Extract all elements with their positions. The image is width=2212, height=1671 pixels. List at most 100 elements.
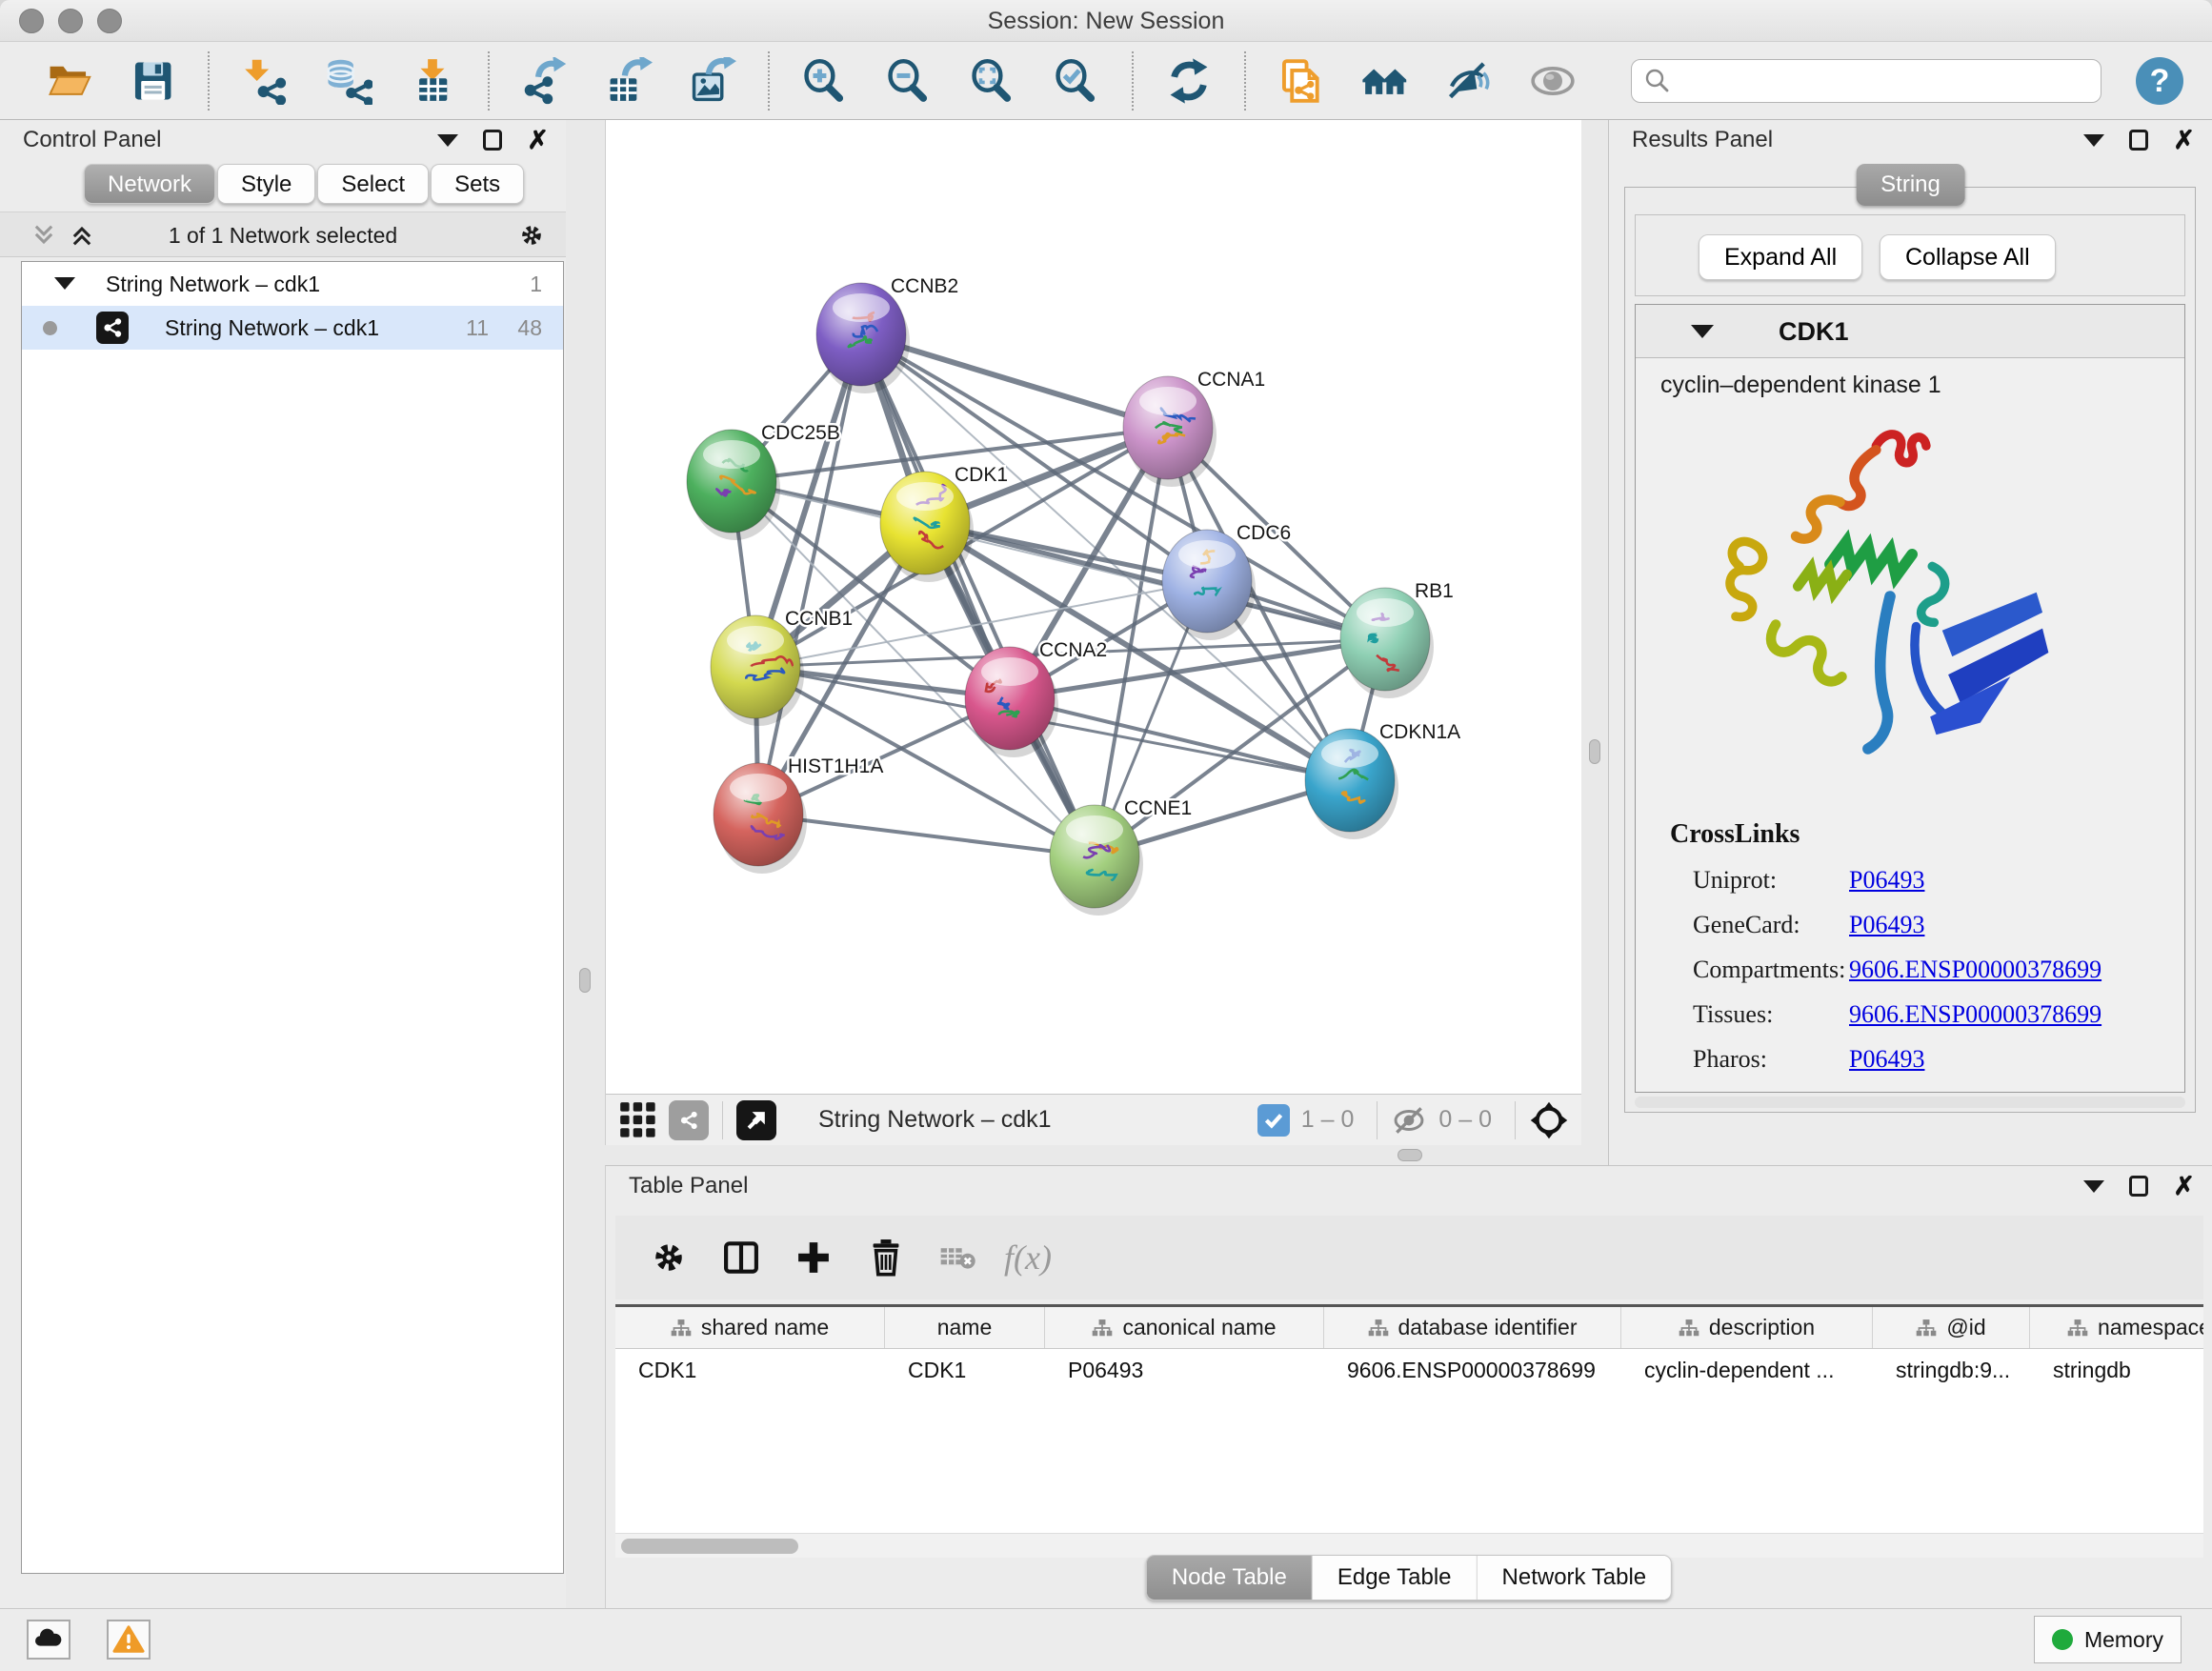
column-header-name[interactable]: name (885, 1307, 1045, 1348)
close-panel-icon[interactable]: ✗ (2173, 1176, 2195, 1197)
crosslink-link[interactable]: P06493 (1849, 866, 1924, 895)
delete-table-icon[interactable] (932, 1231, 985, 1284)
memory-button[interactable]: Memory (2034, 1616, 2182, 1663)
network-node-CCNB2[interactable] (816, 283, 910, 393)
selected-count-checkbox-icon[interactable] (1257, 1104, 1290, 1137)
tab-select[interactable]: Select (317, 164, 429, 204)
fit-selected-crosshair-icon[interactable] (1529, 1100, 1569, 1140)
table-cell[interactable]: CDK1 (615, 1349, 885, 1391)
tab-sets[interactable]: Sets (431, 164, 524, 204)
network-node-CDC6[interactable] (1162, 530, 1256, 640)
add-column-plus-icon[interactable] (787, 1231, 840, 1284)
network-edge[interactable] (758, 815, 1095, 856)
column-header-namespace[interactable]: namespace (2030, 1307, 2203, 1348)
zoom-fit-button[interactable] (965, 53, 1020, 109)
network-node-CDK1[interactable] (880, 472, 974, 582)
column-header-database-identifier[interactable]: database identifier (1324, 1307, 1621, 1348)
tab-network[interactable]: Network (84, 164, 215, 204)
table-cell[interactable]: CDK1 (885, 1349, 1045, 1391)
open-session-button[interactable] (41, 53, 96, 109)
import-table-button[interactable] (405, 53, 460, 109)
crosslink-link[interactable]: P06493 (1849, 911, 1924, 939)
column-header-canonical-name[interactable]: canonical name (1045, 1307, 1324, 1348)
export-table-button[interactable] (601, 53, 656, 109)
collapse-all-button[interactable]: Collapse All (1880, 234, 2056, 280)
function-builder-icon[interactable]: f(x) (1004, 1231, 1052, 1284)
show-hidden-button[interactable] (1525, 53, 1580, 109)
float-panel-icon[interactable] (2129, 130, 2148, 151)
network-node-CCNA2[interactable] (965, 647, 1058, 757)
entry-collapse-icon[interactable] (1691, 325, 1714, 338)
table-cell[interactable]: stringdb:9... (1873, 1349, 2030, 1391)
network-node-CCNA1[interactable] (1123, 376, 1217, 487)
tab-node-table[interactable]: Node Table (1147, 1556, 1313, 1600)
table-cell[interactable]: stringdb (2030, 1349, 2203, 1391)
scrollbar-thumb[interactable] (621, 1539, 798, 1554)
panel-menu-icon[interactable] (437, 134, 458, 147)
crosslink-row: Compartments:9606.ENSP00000378699 (1670, 956, 2101, 984)
zoom-out-button[interactable] (881, 53, 936, 109)
hide-selected-button[interactable] (1441, 53, 1497, 109)
tab-edge-table[interactable]: Edge Table (1313, 1556, 1478, 1600)
table-row[interactable]: CDK1CDK1P064939606.ENSP00000378699cyclin… (615, 1349, 2203, 1391)
table-settings-gear-icon[interactable] (642, 1231, 695, 1284)
import-network-button[interactable] (237, 53, 292, 109)
help-button[interactable]: ? (2136, 57, 2183, 105)
network-collection-row[interactable]: String Network – cdk1 1 (22, 262, 563, 306)
column-header-shared-name[interactable]: shared name (615, 1307, 885, 1348)
warnings-button[interactable] (107, 1620, 151, 1660)
gene-entry-header[interactable]: CDK1 (1636, 305, 2184, 358)
share-network-icon[interactable] (669, 1100, 709, 1140)
network-node-CDC25B[interactable] (687, 430, 780, 540)
results-splitter[interactable] (1581, 120, 1608, 1165)
open-in-new-window-icon[interactable] (736, 1100, 776, 1140)
network-edge[interactable] (758, 334, 861, 815)
expand-all-button[interactable]: Expand All (1699, 234, 1862, 280)
crosslink-link[interactable]: 9606.ENSP00000378699 (1849, 956, 2101, 984)
results-scrollbar[interactable] (1635, 1097, 2185, 1108)
network-node-CDKN1A[interactable] (1305, 729, 1398, 839)
crosslink-link[interactable]: P06493 (1849, 1045, 1924, 1074)
tab-style[interactable]: Style (217, 164, 315, 204)
network-node-CCNB1[interactable] (711, 615, 804, 726)
cloud-status-button[interactable] (27, 1620, 70, 1660)
network-row[interactable]: String Network – cdk1 11 48 (22, 306, 563, 350)
export-network-button[interactable] (517, 53, 573, 109)
panel-menu-icon[interactable] (2083, 134, 2104, 147)
refresh-button[interactable] (1161, 53, 1217, 109)
save-session-button[interactable] (125, 53, 180, 109)
network-node-HIST1H1A[interactable] (714, 763, 807, 874)
network-node-CCNE1[interactable] (1050, 805, 1143, 916)
horizontal-splitter[interactable] (605, 1145, 1581, 1165)
network-canvas[interactable]: CCNB2CCNA1CDC25BCDC6RB1CCNB1CCNA2CDKN1AH… (606, 120, 1582, 1094)
tab-string[interactable]: String (1856, 164, 1965, 206)
table-cell[interactable]: cyclin-dependent ... (1621, 1349, 1873, 1391)
float-panel-icon[interactable] (2129, 1176, 2148, 1197)
network-options-gear-icon[interactable] (516, 220, 547, 255)
table-cell[interactable]: P06493 (1045, 1349, 1324, 1391)
float-panel-icon[interactable] (483, 130, 502, 151)
import-database-button[interactable] (321, 53, 376, 109)
table-cell[interactable]: 9606.ENSP00000378699 (1324, 1349, 1621, 1391)
zoom-in-button[interactable] (797, 53, 853, 109)
show-columns-icon[interactable] (714, 1231, 768, 1284)
zoom-selected-button[interactable] (1049, 53, 1104, 109)
close-panel-icon[interactable]: ✗ (527, 130, 549, 151)
close-panel-icon[interactable]: ✗ (2173, 130, 2195, 151)
collection-expand-icon[interactable] (54, 277, 75, 290)
export-image-button[interactable] (685, 53, 740, 109)
column-header-description[interactable]: description (1621, 1307, 1873, 1348)
birdseye-grid-icon[interactable] (619, 1101, 657, 1139)
delete-column-trash-icon[interactable] (859, 1231, 913, 1284)
network-edge[interactable] (861, 334, 1095, 856)
vertical-splitter[interactable] (566, 120, 605, 1608)
clone-network-button[interactable] (1274, 53, 1329, 109)
tab-network-table[interactable]: Network Table (1478, 1556, 1672, 1600)
network-overview-button[interactable] (1357, 53, 1413, 109)
crosslink-link[interactable]: 9606.ENSP00000378699 (1849, 1000, 2101, 1029)
column-header--id[interactable]: @id (1873, 1307, 2030, 1348)
search-input[interactable] (1672, 62, 2089, 100)
network-node-RB1[interactable] (1340, 588, 1434, 698)
panel-menu-icon[interactable] (2083, 1180, 2104, 1193)
column-type-icon (671, 1319, 692, 1338)
